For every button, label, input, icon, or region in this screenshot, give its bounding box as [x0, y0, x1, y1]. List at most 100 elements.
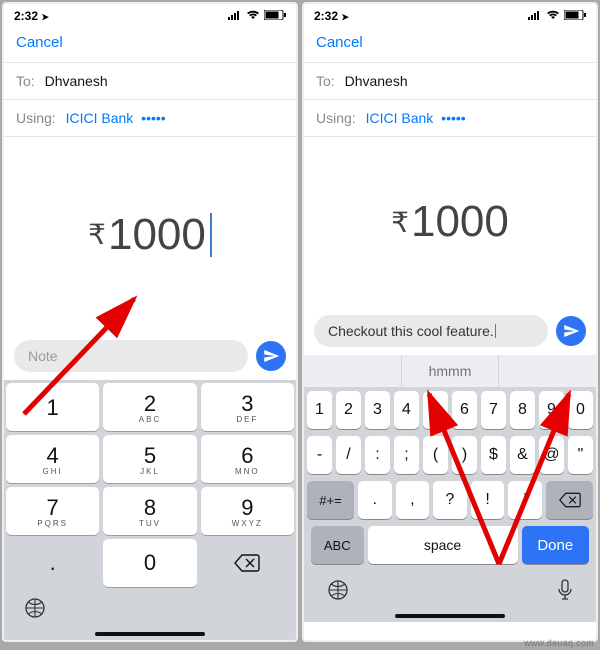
wifi-icon — [546, 9, 560, 23]
key-char[interactable]: @ — [539, 436, 564, 474]
mic-icon[interactable] — [557, 579, 573, 606]
key-7[interactable]: 7PQRS — [6, 487, 99, 535]
key-char[interactable]: 3 — [365, 391, 390, 429]
key-char[interactable]: 8 — [510, 391, 535, 429]
suggestion-item[interactable] — [304, 355, 402, 387]
key-4[interactable]: 4GHI — [6, 435, 99, 483]
cancel-button[interactable]: Cancel — [16, 34, 63, 51]
key-5[interactable]: 5JKL — [103, 435, 196, 483]
key-space[interactable]: space — [368, 526, 518, 564]
key-punct[interactable]: ? — [433, 481, 467, 519]
send-icon — [562, 322, 580, 340]
using-row[interactable]: Using: ICICI Bank ••••• — [304, 100, 596, 137]
status-bar: 2:32 ➤ — [4, 4, 296, 28]
key-8[interactable]: 8TUV — [103, 487, 196, 535]
send-button[interactable] — [256, 341, 286, 371]
key-char[interactable]: ; — [394, 436, 419, 474]
amount-value: 1000 — [108, 210, 206, 260]
key-done[interactable]: Done — [522, 526, 590, 564]
amount-display[interactable]: ₹1000 — [304, 137, 596, 307]
wifi-icon — [246, 9, 260, 23]
to-value: Dhvanesh — [345, 73, 408, 89]
status-right — [228, 9, 286, 23]
battery-icon — [564, 9, 586, 23]
key-6[interactable]: 6MNO — [201, 435, 294, 483]
currency-symbol: ₹ — [88, 218, 106, 251]
key-9[interactable]: 9WXYZ — [201, 487, 294, 535]
key-backspace[interactable] — [201, 539, 294, 587]
key-char[interactable]: / — [336, 436, 361, 474]
using-label: Using: — [16, 110, 56, 126]
note-value: Checkout this cool feature. — [328, 323, 494, 339]
using-row[interactable]: Using: ICICI Bank ••••• — [4, 100, 296, 137]
using-bank: ICICI Bank — [366, 110, 434, 126]
to-value: Dhvanesh — [45, 73, 108, 89]
key-char[interactable]: 4 — [394, 391, 419, 429]
key-abc[interactable]: ABC — [311, 526, 364, 564]
key-dot[interactable]: . — [6, 539, 99, 587]
watermark: www.deuaq.com — [524, 638, 594, 648]
key-char[interactable]: 9 — [539, 391, 564, 429]
to-row[interactable]: To: Dhvanesh — [4, 63, 296, 100]
key-2[interactable]: 2ABC — [103, 383, 196, 431]
key-punct[interactable]: ' — [508, 481, 542, 519]
home-indicator[interactable] — [395, 614, 505, 618]
amount-value: 1000 — [411, 197, 509, 247]
home-indicator[interactable] — [95, 632, 205, 636]
currency-symbol: ₹ — [391, 206, 409, 239]
left-phone-screen: 2:32 ➤ Cancel To: Dhvanesh Using: ICICI … — [2, 2, 298, 642]
status-time: 2:32 — [314, 9, 338, 23]
status-time: 2:32 — [14, 9, 38, 23]
backspace-icon — [559, 492, 581, 508]
using-label: Using: — [316, 110, 356, 126]
key-char[interactable]: ( — [423, 436, 448, 474]
note-input[interactable] — [14, 340, 248, 372]
globe-icon[interactable] — [24, 597, 46, 624]
key-char[interactable]: 7 — [481, 391, 506, 429]
key-char[interactable]: 5 — [423, 391, 448, 429]
key-char[interactable]: 1 — [307, 391, 332, 429]
text-cursor — [495, 324, 497, 338]
nav-bar: Cancel — [4, 28, 296, 63]
key-backspace[interactable] — [546, 481, 593, 519]
cancel-button[interactable]: Cancel — [316, 34, 363, 51]
key-char[interactable]: " — [568, 436, 593, 474]
amount-display[interactable]: ₹1000 — [4, 137, 296, 332]
globe-icon[interactable] — [327, 579, 349, 606]
battery-icon — [264, 9, 286, 23]
location-icon: ➤ — [41, 12, 49, 22]
key-1[interactable]: 1 — [6, 383, 99, 431]
using-masked: ••••• — [141, 110, 166, 126]
suggestion-item[interactable] — [499, 355, 596, 387]
key-char[interactable]: - — [307, 436, 332, 474]
key-char[interactable]: : — [365, 436, 390, 474]
status-right — [528, 9, 586, 23]
send-button[interactable] — [556, 316, 586, 346]
numeric-keypad: 1 2ABC 3DEF 4GHI 5JKL 6MNO 7PQRS 8TUV 9W… — [4, 380, 296, 640]
key-char[interactable]: ) — [452, 436, 477, 474]
suggestion-item[interactable]: hmmm — [402, 355, 500, 387]
key-punct[interactable]: ! — [471, 481, 505, 519]
text-keyboard: 1234567890 -/:;()$&@" #+= . , ? ! ' ABC … — [304, 387, 596, 622]
key-char[interactable]: 2 — [336, 391, 361, 429]
key-char[interactable]: 0 — [568, 391, 593, 429]
key-char[interactable]: $ — [481, 436, 506, 474]
key-3[interactable]: 3DEF — [201, 383, 294, 431]
to-row[interactable]: To: Dhvanesh — [304, 63, 596, 100]
to-label: To: — [16, 73, 35, 89]
key-symbols[interactable]: #+= — [307, 481, 354, 519]
status-bar: 2:32 ➤ — [304, 4, 596, 28]
key-char[interactable]: & — [510, 436, 535, 474]
note-row — [4, 332, 296, 380]
key-char[interactable]: 6 — [452, 391, 477, 429]
to-label: To: — [316, 73, 335, 89]
right-phone-screen: 2:32 ➤ Cancel To: Dhvanesh Using: ICICI … — [302, 2, 598, 642]
note-input[interactable]: Checkout this cool feature. — [314, 315, 548, 347]
location-icon: ➤ — [341, 12, 349, 22]
key-punct[interactable]: . — [358, 481, 392, 519]
key-0[interactable]: 0 — [103, 539, 196, 587]
key-punct[interactable]: , — [396, 481, 430, 519]
text-cursor — [210, 213, 212, 257]
signal-icon — [228, 9, 242, 23]
signal-icon — [528, 9, 542, 23]
